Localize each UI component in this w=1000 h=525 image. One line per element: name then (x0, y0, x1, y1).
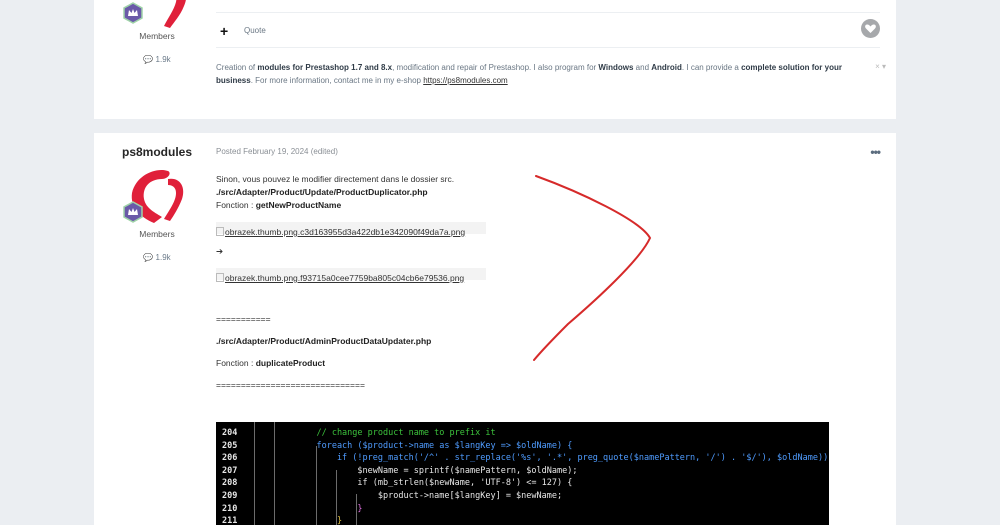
annotation-arrow (533, 175, 652, 361)
